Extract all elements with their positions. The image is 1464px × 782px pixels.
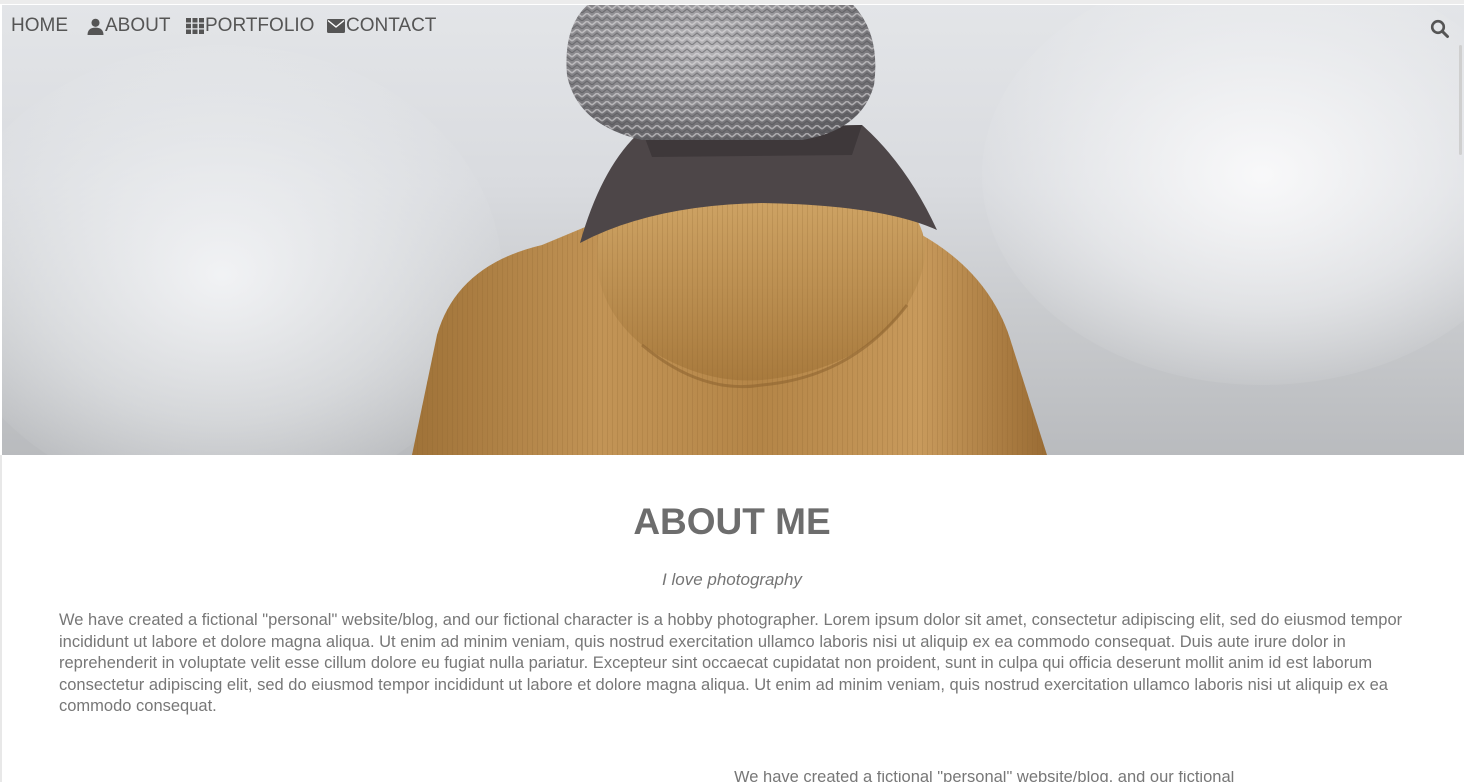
grid-icon [186,18,204,34]
scrollbar-thumb[interactable] [1459,45,1462,155]
envelope-icon [327,19,345,33]
nav-about[interactable]: ABOUT [87,15,170,37]
about-tagline: I love photography [662,570,802,589]
next-paragraph-clipped: We have created a fictional "personal" w… [734,771,1434,782]
nav-about-label: ABOUT [105,15,171,36]
nav-portfolio-label: PORTFOLIO [205,15,315,36]
hero-image [2,5,1464,455]
top-nav: HOME ABOUT PORTFOLIO CONTACT [0,5,1464,47]
search-button[interactable] [1430,19,1452,41]
nav-contact[interactable]: CONTACT [327,15,436,37]
nav-home-label: HOME [11,15,68,36]
search-icon [1430,19,1449,38]
nav-portfolio[interactable]: PORTFOLIO [186,15,314,37]
about-body-text: We have created a fictional "personal" w… [59,611,1403,716]
top-border [0,0,1464,4]
nav-contact-label: CONTACT [346,15,437,36]
next-paragraph-text: We have created a fictional "personal" w… [734,771,1235,782]
person-photo [412,5,1047,455]
scrollbar[interactable] [1456,5,1464,782]
about-title: ABOUT ME [633,501,831,542]
page: HOME ABOUT PORTFOLIO CONTACT ABOUT ME I … [0,0,1464,782]
nav-home[interactable]: HOME [11,15,68,37]
user-icon [87,18,104,35]
